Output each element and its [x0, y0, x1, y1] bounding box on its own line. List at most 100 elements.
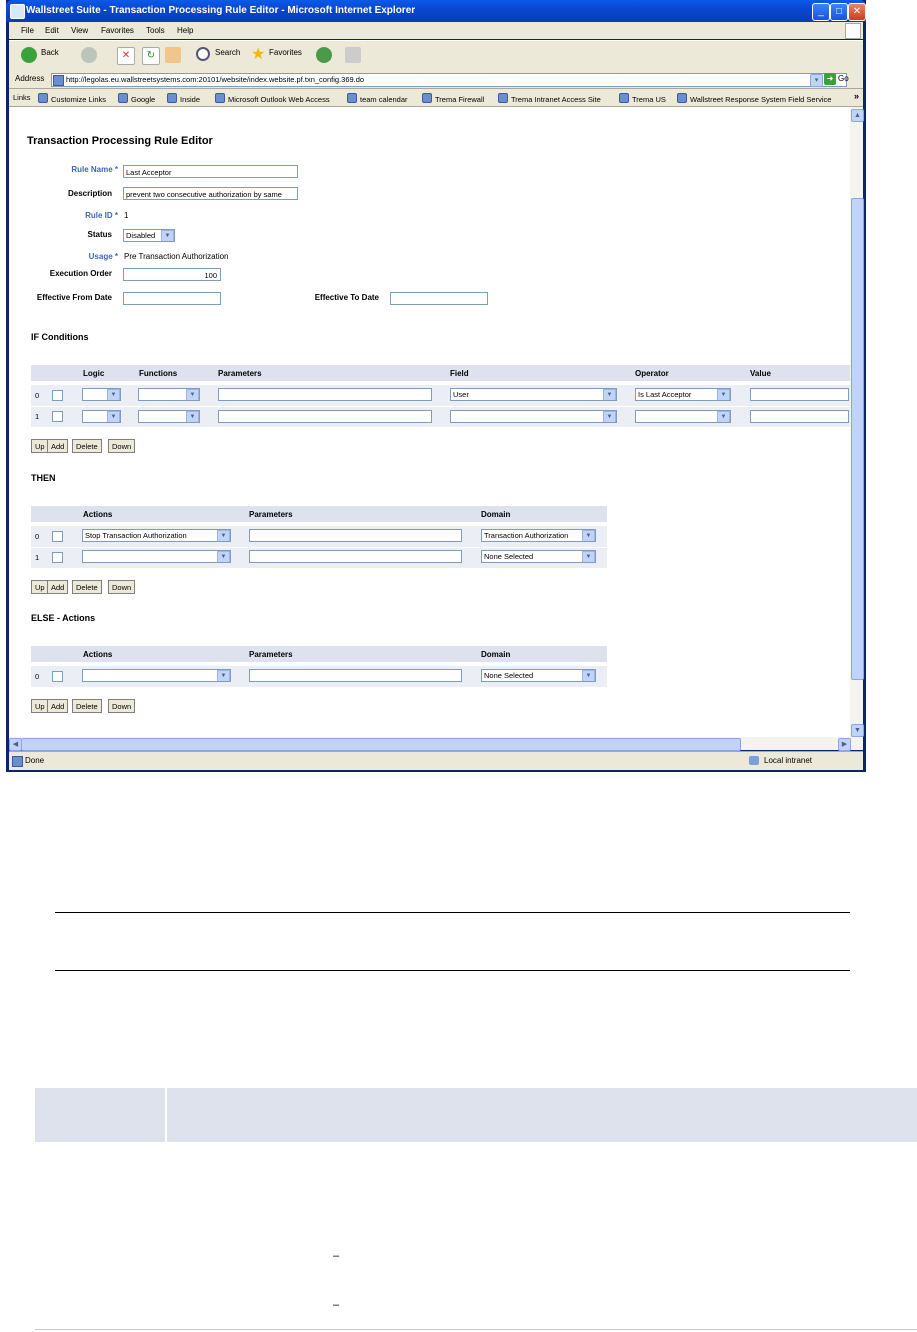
parameters-input[interactable]: [218, 410, 432, 423]
stop-icon[interactable]: ✕: [117, 47, 135, 65]
link-google[interactable]: Google: [118, 93, 155, 104]
then-up-button[interactable]: Up: [31, 580, 49, 594]
menu-help[interactable]: Help: [177, 26, 193, 35]
link-inside[interactable]: Inside: [167, 93, 200, 104]
field-select[interactable]: ▼: [450, 410, 617, 423]
parameters-input[interactable]: [218, 388, 432, 401]
then-header-domain: Domain: [481, 510, 511, 519]
link-trema-intranet[interactable]: Trema Intranet Access Site: [498, 93, 601, 104]
logic-select[interactable]: ▼: [82, 410, 121, 423]
domain-select[interactable]: None Selected ▼: [481, 669, 596, 682]
link-outlook[interactable]: Microsoft Outlook Web Access: [215, 93, 330, 104]
functions-select[interactable]: ▼: [138, 388, 200, 401]
status-select[interactable]: Disabled ▼: [123, 229, 175, 242]
effective-to-input[interactable]: [390, 292, 488, 305]
links-bar: Links Customize Links Google Inside Micr…: [9, 89, 863, 107]
if-header-value: Value: [750, 369, 771, 378]
forward-icon[interactable]: [81, 47, 97, 63]
then-add-button[interactable]: Add: [47, 580, 69, 594]
if-header-logic: Logic: [83, 369, 105, 378]
domain-selected: None Selected: [484, 552, 534, 561]
then-header-parameters: Parameters: [249, 510, 293, 519]
parameters-input[interactable]: [249, 529, 462, 542]
links-more-icon[interactable]: »: [854, 91, 859, 101]
domain-select[interactable]: None Selected ▼: [481, 550, 596, 563]
row-checkbox[interactable]: [52, 671, 63, 682]
then-down-button[interactable]: Down: [108, 580, 136, 594]
address-dropdown-icon[interactable]: ▾: [810, 74, 823, 87]
else-delete-button[interactable]: Delete: [72, 699, 102, 713]
if-down-button[interactable]: Down: [108, 439, 136, 453]
functions-select[interactable]: ▼: [138, 410, 200, 423]
operator-select[interactable]: Is Last Acceptor ▼: [635, 388, 731, 401]
back-button[interactable]: Back: [41, 48, 59, 57]
link-team-calendar[interactable]: team calendar: [347, 93, 408, 104]
link-trema-us[interactable]: Trema US: [619, 93, 666, 104]
else-down-button[interactable]: Down: [108, 699, 136, 713]
refresh-icon[interactable]: ↻: [142, 47, 160, 65]
chevron-down-icon: ▼: [717, 389, 730, 400]
row-index: 0: [35, 672, 40, 681]
description-input[interactable]: prevent two consecutive authorization by…: [123, 187, 298, 200]
menu-file[interactable]: File: [21, 26, 34, 35]
logic-select[interactable]: ▼: [82, 388, 121, 401]
link-trema-firewall[interactable]: Trema Firewall: [422, 93, 484, 104]
link-customize[interactable]: Customize Links: [38, 93, 106, 104]
parameters-input[interactable]: [249, 550, 462, 563]
horizontal-scroll-thumb[interactable]: [21, 738, 741, 751]
if-add-button[interactable]: Add: [47, 439, 69, 453]
back-icon[interactable]: [21, 47, 37, 63]
history-icon[interactable]: [316, 47, 332, 63]
if-up-button[interactable]: Up: [31, 439, 49, 453]
if-delete-button[interactable]: Delete: [72, 439, 102, 453]
address-input[interactable]: http://legolas.eu.wallstreetsystems.com:…: [51, 73, 847, 87]
home-icon[interactable]: [165, 47, 181, 63]
else-add-button[interactable]: Add: [47, 699, 69, 713]
domain-selected: Transaction Authorization: [484, 531, 569, 540]
else-up-button[interactable]: Up: [31, 699, 49, 713]
action-select[interactable]: ▼: [82, 550, 231, 563]
effective-from-input[interactable]: [123, 292, 221, 305]
scroll-down-icon[interactable]: ▼: [851, 724, 864, 737]
row-checkbox[interactable]: [52, 531, 63, 542]
scroll-up-icon[interactable]: ▲: [851, 109, 864, 122]
go-button[interactable]: Go: [838, 74, 849, 83]
menu-edit[interactable]: Edit: [45, 26, 59, 35]
field-select[interactable]: User ▼: [450, 388, 617, 401]
favorites-star-icon[interactable]: ★: [251, 47, 267, 63]
then-delete-button[interactable]: Delete: [72, 580, 102, 594]
action-select[interactable]: ▼: [82, 669, 231, 682]
menu-view[interactable]: View: [71, 26, 88, 35]
action-select[interactable]: Stop Transaction Authorization ▼: [82, 529, 231, 542]
if-header-parameters: Parameters: [218, 369, 262, 378]
usage-value: Pre Transaction Authorization: [124, 252, 229, 261]
print-icon[interactable]: [345, 47, 361, 63]
chevron-down-icon: ▼: [161, 230, 174, 241]
operator-select[interactable]: ▼: [635, 410, 731, 423]
row-checkbox[interactable]: [52, 552, 63, 563]
vertical-scroll-thumb[interactable]: [851, 198, 864, 680]
row-checkbox[interactable]: [52, 390, 63, 401]
value-input[interactable]: [750, 410, 849, 423]
rule-name-input[interactable]: Last Acceptor: [123, 165, 298, 178]
favorites-button[interactable]: Favorites: [269, 48, 302, 57]
search-icon[interactable]: [196, 47, 210, 61]
scroll-right-icon[interactable]: ▶: [838, 738, 851, 751]
execution-order-input[interactable]: 100: [123, 268, 221, 281]
menu-tools[interactable]: Tools: [146, 26, 165, 35]
go-arrow-icon[interactable]: ➜: [824, 73, 836, 85]
chevron-down-icon: ▼: [717, 411, 730, 422]
maximize-button[interactable]: □: [830, 3, 848, 21]
close-button[interactable]: ✕: [848, 3, 866, 21]
table-header-cell-left: [35, 1088, 165, 1142]
link-wallstreet-response[interactable]: Wallstreet Response System Field Service: [677, 93, 831, 104]
row-checkbox[interactable]: [52, 411, 63, 422]
minimize-button[interactable]: _: [812, 3, 830, 21]
parameters-input[interactable]: [249, 669, 462, 682]
toolbar: Back ✕ ↻ Search ★ Favorites: [9, 40, 863, 72]
value-input[interactable]: [750, 388, 849, 401]
domain-select[interactable]: Transaction Authorization ▼: [481, 529, 596, 542]
search-button[interactable]: Search: [215, 48, 240, 57]
menu-favorites[interactable]: Favorites: [101, 26, 134, 35]
if-header-operator: Operator: [635, 369, 669, 378]
